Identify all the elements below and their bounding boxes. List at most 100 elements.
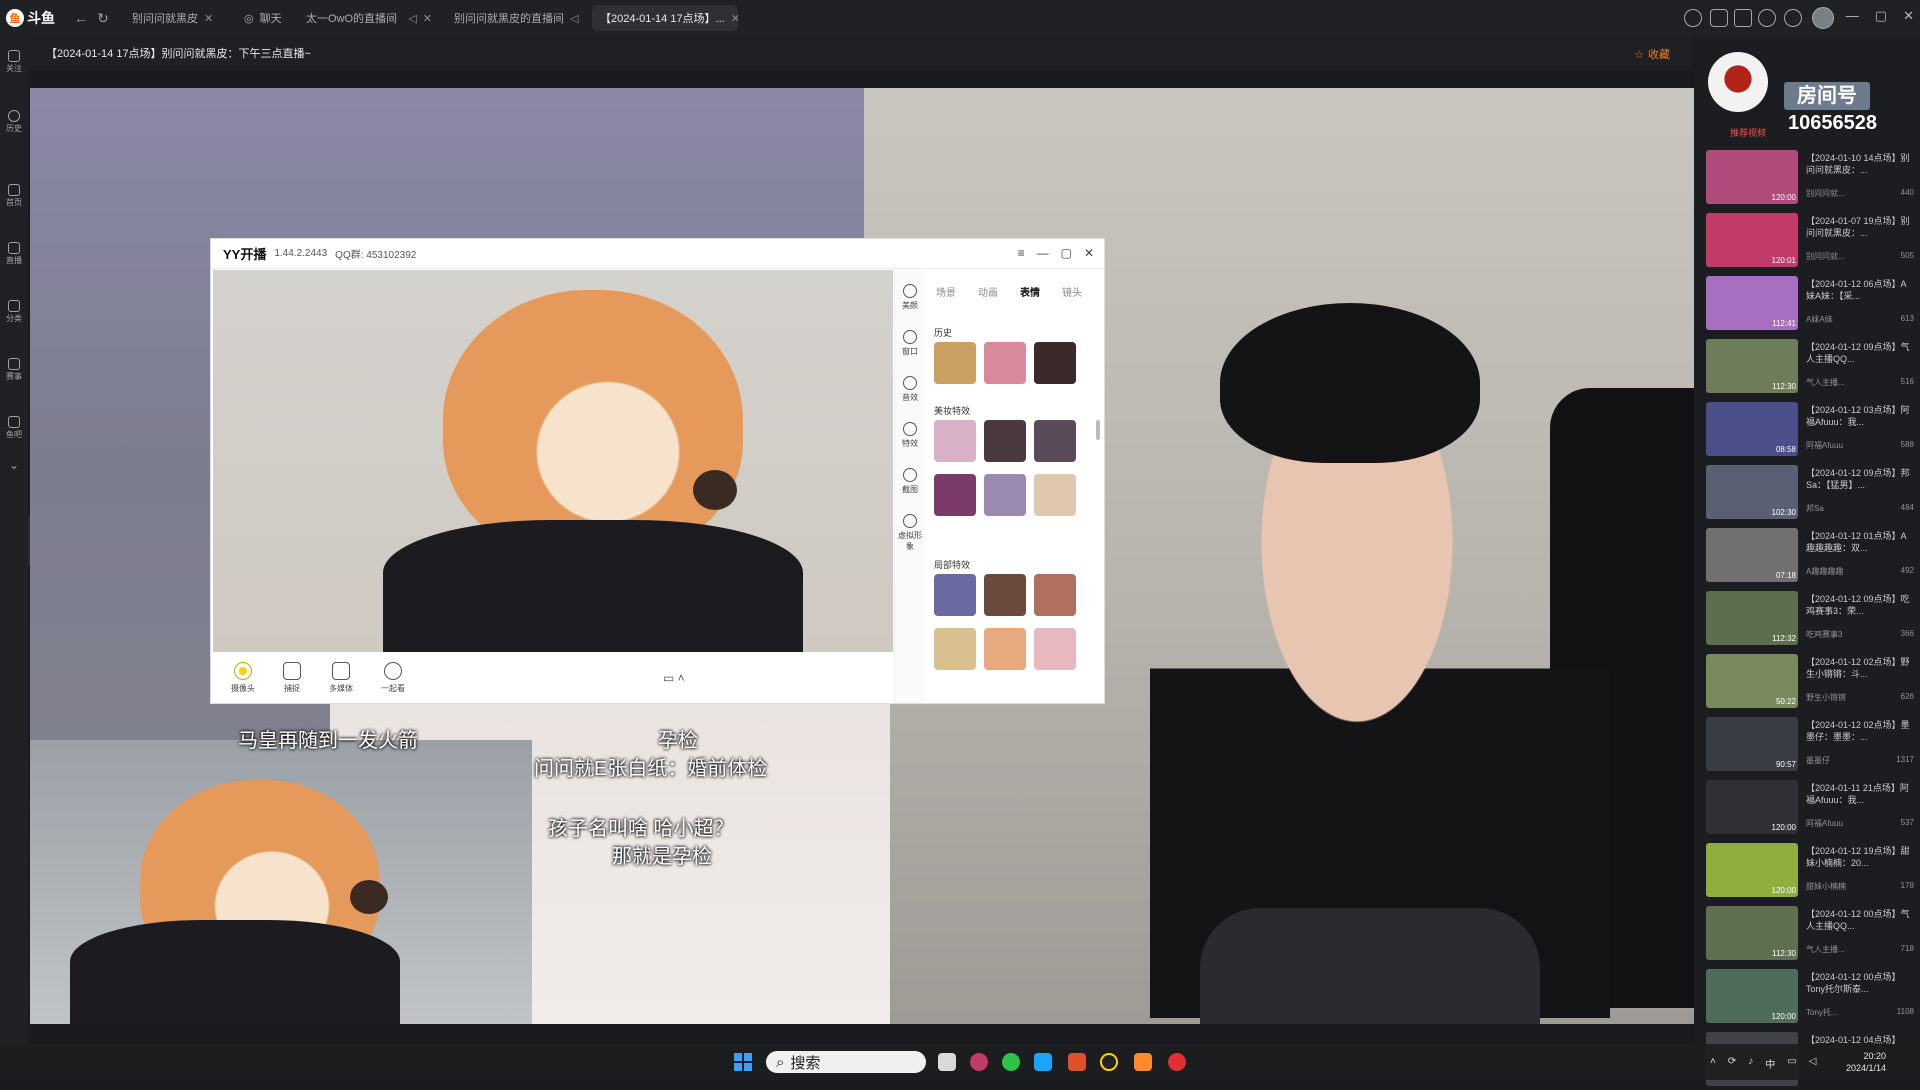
close-icon[interactable]: ✕ bbox=[423, 12, 432, 25]
effect-thumb[interactable] bbox=[934, 628, 976, 670]
app-icon[interactable] bbox=[1068, 1053, 1086, 1071]
beauty-item[interactable]: 美颜 bbox=[895, 284, 925, 311]
video-item[interactable]: 112:32 【2024-01-12 09点场】吃鸡赛事3：荣... 吃鸡赛事3 36… bbox=[1706, 591, 1914, 649]
effect-thumb[interactable] bbox=[934, 574, 976, 616]
panel-scrollbar[interactable] bbox=[1096, 420, 1100, 440]
effect-thumb[interactable] bbox=[1034, 420, 1076, 462]
video-item[interactable]: 120:00 【2024-01-10 14点场】别问问就黑皮：... 别问问就...… bbox=[1706, 150, 1914, 208]
window-item[interactable]: 窗口 bbox=[895, 330, 925, 357]
task-view-icon[interactable] bbox=[938, 1053, 956, 1071]
recommend-tab[interactable]: 推荐视频 bbox=[1730, 126, 1766, 139]
app-icon[interactable] bbox=[1134, 1053, 1152, 1071]
effect-thumb[interactable] bbox=[984, 574, 1026, 616]
close-icon[interactable]: ✕ bbox=[584, 12, 586, 25]
camera-tool[interactable]: 摄像头 bbox=[231, 662, 255, 694]
refresh-icon[interactable]: ↻ bbox=[94, 9, 112, 27]
input-method-icon[interactable]: 中 bbox=[1765, 1056, 1775, 1071]
effect-thumb[interactable] bbox=[934, 420, 976, 462]
sidebar-item-live[interactable]: 直播 bbox=[0, 242, 28, 266]
video-item[interactable]: 50:22 【2024-01-12 02点场】野生小锵锵：斗... 野生小锵锵 626 bbox=[1706, 654, 1914, 712]
volume-icon[interactable]: ◁ bbox=[1809, 1056, 1817, 1071]
effect-thumb[interactable] bbox=[984, 342, 1026, 384]
video-player[interactable]: 马皇再随到一发火箭 孕检 问问就E张白纸：婚前体检 孩子名叫啥 哈小超？ 那就是… bbox=[30, 88, 1694, 1024]
tab-expression[interactable]: 表情 bbox=[1020, 284, 1040, 299]
sidebar-item-esports[interactable]: 赛事 bbox=[0, 358, 28, 382]
douyu-logo[interactable]: 鱼斗鱼 bbox=[6, 6, 58, 30]
video-item[interactable]: 120:00 【2024-01-11 21点场】阿福Afuuu：我... 阿福Afu… bbox=[1706, 780, 1914, 838]
user-avatar-icon[interactable] bbox=[1812, 7, 1834, 29]
video-item[interactable]: 112:41 【2024-01-12 06点场】A妹A妹：【采... A妹A妹 613 bbox=[1706, 276, 1914, 334]
tab-scene[interactable]: 场景 bbox=[936, 284, 956, 299]
restore-icon[interactable]: ▢ bbox=[1875, 8, 1887, 24]
history-icon[interactable] bbox=[1684, 9, 1702, 27]
watch-together-tool[interactable]: 一起看 bbox=[381, 662, 405, 694]
app-icon[interactable] bbox=[970, 1053, 988, 1071]
effect-thumb[interactable] bbox=[984, 474, 1026, 516]
effect-thumb[interactable] bbox=[1034, 342, 1076, 384]
mic-icon[interactable]: ♪ bbox=[1748, 1056, 1753, 1071]
effect-thumb[interactable] bbox=[984, 628, 1026, 670]
taskbar-search[interactable]: ⌕ 搜索 bbox=[766, 1051, 926, 1073]
close-icon[interactable]: ✕ bbox=[204, 12, 213, 25]
tab-chat[interactable]: ◎ 聊天 bbox=[236, 5, 296, 31]
video-item[interactable]: 102:30 【2024-01-12 09点场】邦Sa：【猛男】... 邦Sa 484 bbox=[1706, 465, 1914, 523]
mute-icon[interactable]: ◁ bbox=[570, 12, 578, 25]
chevron-down-icon[interactable]: ⌄ bbox=[0, 459, 28, 471]
taskbar-clock[interactable]: 20:20 2024/1/14 bbox=[1846, 1050, 1886, 1074]
video-item[interactable]: 08:58 【2024-01-12 03点场】阿福Afuuu：我... 阿福Afuu… bbox=[1706, 402, 1914, 460]
avatar-item[interactable]: 虚拟形象 bbox=[895, 514, 925, 552]
media-tool[interactable]: 多媒体 bbox=[329, 662, 353, 694]
windows-start-icon[interactable] bbox=[734, 1053, 752, 1071]
back-icon[interactable]: ← bbox=[72, 9, 90, 27]
maximize-icon[interactable]: ▢ bbox=[1061, 246, 1072, 260]
heart-icon[interactable] bbox=[1710, 9, 1728, 27]
tab-streamer-room[interactable]: 别问问就黑皮的直播间◁✕ bbox=[446, 5, 586, 31]
tab-animation[interactable]: 动画 bbox=[978, 284, 998, 299]
tab-taiyi[interactable]: 太一OwO的直播间 ◁ ✕ bbox=[298, 5, 440, 31]
close-window-icon[interactable]: ✕ bbox=[1903, 8, 1914, 24]
video-item[interactable]: 120:00 【2024-01-12 00点场】Tony托尔斯泰... Tony托.… bbox=[1706, 969, 1914, 1027]
screenshot-item[interactable]: 截图 bbox=[895, 468, 925, 495]
network-icon[interactable]: ▭ bbox=[1787, 1056, 1796, 1071]
video-item[interactable]: 112:30 【2024-01-12 00点场】气人主播QQ... 气人主播... 7… bbox=[1706, 906, 1914, 964]
video-item[interactable]: 112:30 【2024-01-12 09点场】气人主播QQ... 气人主播... 5… bbox=[1706, 339, 1914, 397]
tab-streamer[interactable]: 别问问就黑皮✕⌕ bbox=[124, 5, 218, 31]
video-item[interactable]: 90:57 【2024-01-12 02点场】墨墨仔：墨墨：... 墨墨仔 1317 bbox=[1706, 717, 1914, 775]
effect-thumb[interactable] bbox=[934, 474, 976, 516]
video-item[interactable]: 07:18 【2024-01-12 01点场】A趣趣趣趣：双... A趣趣趣趣 492 bbox=[1706, 528, 1914, 586]
yy-icon[interactable] bbox=[1100, 1053, 1118, 1071]
video-item[interactable]: 120:00 【2024-01-12 19点场】甜妹小楠楠：20... 甜妹小楠楠 1… bbox=[1706, 843, 1914, 901]
chevron-up-icon[interactable]: ˄ bbox=[1710, 1056, 1716, 1071]
app-icon[interactable] bbox=[1034, 1053, 1052, 1071]
calendar-icon[interactable] bbox=[1734, 9, 1752, 27]
sidebar-item-category[interactable]: 分类 bbox=[0, 300, 28, 324]
mute-icon[interactable]: ◁ bbox=[408, 12, 416, 25]
effect-thumb[interactable] bbox=[1034, 574, 1076, 616]
settings-icon[interactable] bbox=[1784, 9, 1802, 27]
sidebar-item-follow[interactable]: 关注 bbox=[0, 50, 28, 74]
favorite-button[interactable]: ☆ 收藏 bbox=[1634, 46, 1670, 62]
close-icon[interactable]: ✕ bbox=[731, 12, 738, 25]
message-icon[interactable] bbox=[1758, 9, 1776, 27]
sync-icon[interactable]: ⟳ bbox=[1728, 1056, 1736, 1071]
sound-item[interactable]: 音效 bbox=[895, 376, 925, 403]
menu-icon[interactable]: ≡ bbox=[1018, 246, 1025, 260]
sidebar-item-history[interactable]: 历史 bbox=[0, 110, 28, 134]
effect-thumb[interactable] bbox=[1034, 628, 1076, 670]
effect-thumb[interactable] bbox=[984, 420, 1026, 462]
netease-music-icon[interactable] bbox=[1168, 1053, 1186, 1071]
tab-active-replay[interactable]: 【2024-01-14 17点场】... ✕ bbox=[592, 5, 738, 31]
video-item[interactable]: 120:01 【2024-01-07 19点场】别问问就黑皮：... 别问问就...… bbox=[1706, 213, 1914, 271]
effect-thumb[interactable] bbox=[1034, 474, 1076, 516]
sidebar-item-fishbar[interactable]: 鱼吧 bbox=[0, 416, 28, 440]
video-source-icon[interactable]: ▭ ˄ bbox=[663, 671, 685, 685]
minimize-icon[interactable]: — bbox=[1037, 246, 1049, 260]
close-icon[interactable]: ✕ bbox=[1084, 246, 1094, 260]
tab-lens[interactable]: 镜头 bbox=[1062, 284, 1082, 299]
wechat-icon[interactable] bbox=[1002, 1053, 1020, 1071]
effects-item[interactable]: 特效 bbox=[895, 422, 925, 449]
streamer-avatar[interactable] bbox=[1708, 52, 1768, 112]
capture-tool[interactable]: 捕捉 bbox=[283, 662, 301, 694]
sidebar-item-home[interactable]: 首页 bbox=[0, 184, 28, 208]
minimize-icon[interactable]: — bbox=[1846, 8, 1859, 24]
